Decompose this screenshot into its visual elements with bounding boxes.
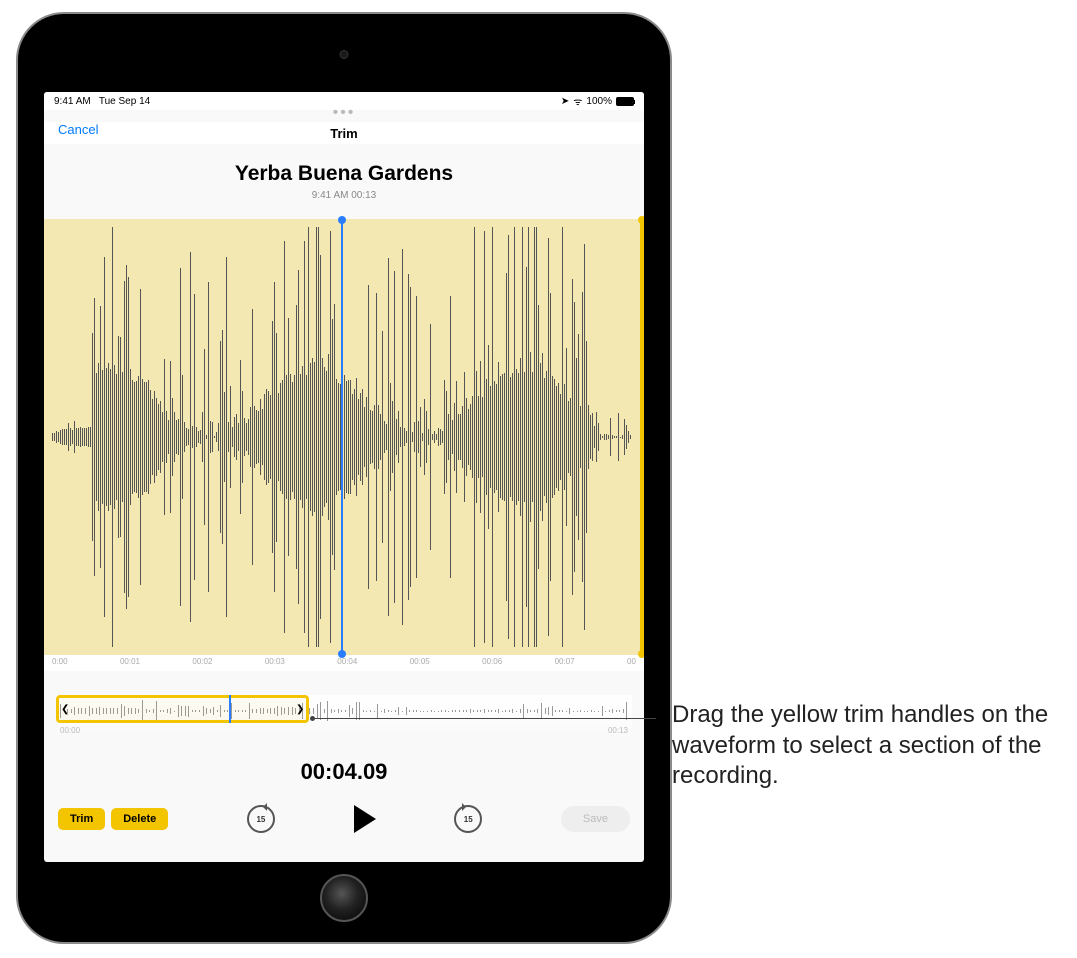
ipad-device-frame: 9:41 AM Tue Sep 14 ➤ ᯤ 100% ••• Cancel T… <box>18 14 670 942</box>
play-button[interactable] <box>354 805 376 833</box>
time-tick: 00 <box>627 657 636 671</box>
cancel-button[interactable]: Cancel <box>58 122 98 137</box>
wifi-icon: ᯤ <box>573 94 582 108</box>
callout-leader-line <box>313 718 656 719</box>
waveform-canvas <box>52 219 636 655</box>
callout-text: Drag the yellow trim handles on the wave… <box>672 700 1072 792</box>
trim-button[interactable]: Trim <box>58 808 105 830</box>
home-button[interactable] <box>320 874 368 922</box>
save-button[interactable]: Save <box>561 806 630 832</box>
overview-start-time: 00:00 <box>60 726 80 735</box>
recording-title: Yerba Buena Gardens <box>44 144 644 186</box>
waveform-overview[interactable]: ❮ ❯ 00:00 00:13 <box>56 695 632 735</box>
waveform-large[interactable]: 0:00 00:01 00:02 00:03 00:04 00:05 00:06 00:07 0… <box>44 219 644 671</box>
screen: 9:41 AM Tue Sep 14 ➤ ᯤ 100% ••• Cancel T… <box>44 92 644 862</box>
status-left: 9:41 AM Tue Sep 14 <box>54 96 150 107</box>
trim-handle-right[interactable] <box>640 219 644 655</box>
time-tick: 0:00 <box>52 657 68 671</box>
delete-button[interactable]: Delete <box>111 808 168 830</box>
recording-subtitle: 9:41 AM 00:13 <box>44 186 644 219</box>
status-date: Tue Sep 14 <box>99 96 150 107</box>
nav-bar: Cancel Trim <box>44 122 644 144</box>
time-tick: 00:01 <box>120 657 140 671</box>
time-tick: 00:03 <box>265 657 285 671</box>
timecode-display: 00:04.09 <box>44 735 644 805</box>
time-tick: 00:04 <box>337 657 357 671</box>
skip-fwd-label: 15 <box>464 815 473 824</box>
page-title: Trim <box>330 126 357 141</box>
trim-handle-right-icon[interactable]: ❯ <box>296 704 304 715</box>
overview-playhead[interactable] <box>229 695 231 723</box>
overview-end-time: 00:13 <box>608 726 628 735</box>
time-ticks: 0:00 00:01 00:02 00:03 00:04 00:05 00:06 00:07 0… <box>52 657 636 671</box>
time-tick: 00:07 <box>555 657 575 671</box>
status-time: 9:41 AM <box>54 96 91 107</box>
playhead[interactable] <box>341 219 343 655</box>
location-icon: ➤ <box>561 96 569 107</box>
trim-handle-left-icon[interactable]: ❮ <box>61 704 69 715</box>
skip-back-15-button[interactable]: 15 <box>247 805 275 833</box>
controls-row: Trim Delete 15 15 Save <box>44 805 644 853</box>
trim-selection-box[interactable]: ❮ ❯ <box>56 695 309 723</box>
time-tick: 00:02 <box>192 657 212 671</box>
overview-times: 00:00 00:13 <box>60 726 628 735</box>
edit-button-group: Trim Delete <box>58 808 168 830</box>
skip-back-label: 15 <box>256 815 265 824</box>
camera-dot <box>340 50 349 59</box>
battery-icon <box>616 97 634 106</box>
time-tick: 00:06 <box>482 657 502 671</box>
more-dots-icon[interactable]: ••• <box>44 110 644 122</box>
time-tick: 00:05 <box>410 657 430 671</box>
battery-percent: 100% <box>586 96 612 107</box>
skip-forward-15-button[interactable]: 15 <box>454 805 482 833</box>
status-right: ➤ ᯤ 100% <box>561 94 634 108</box>
